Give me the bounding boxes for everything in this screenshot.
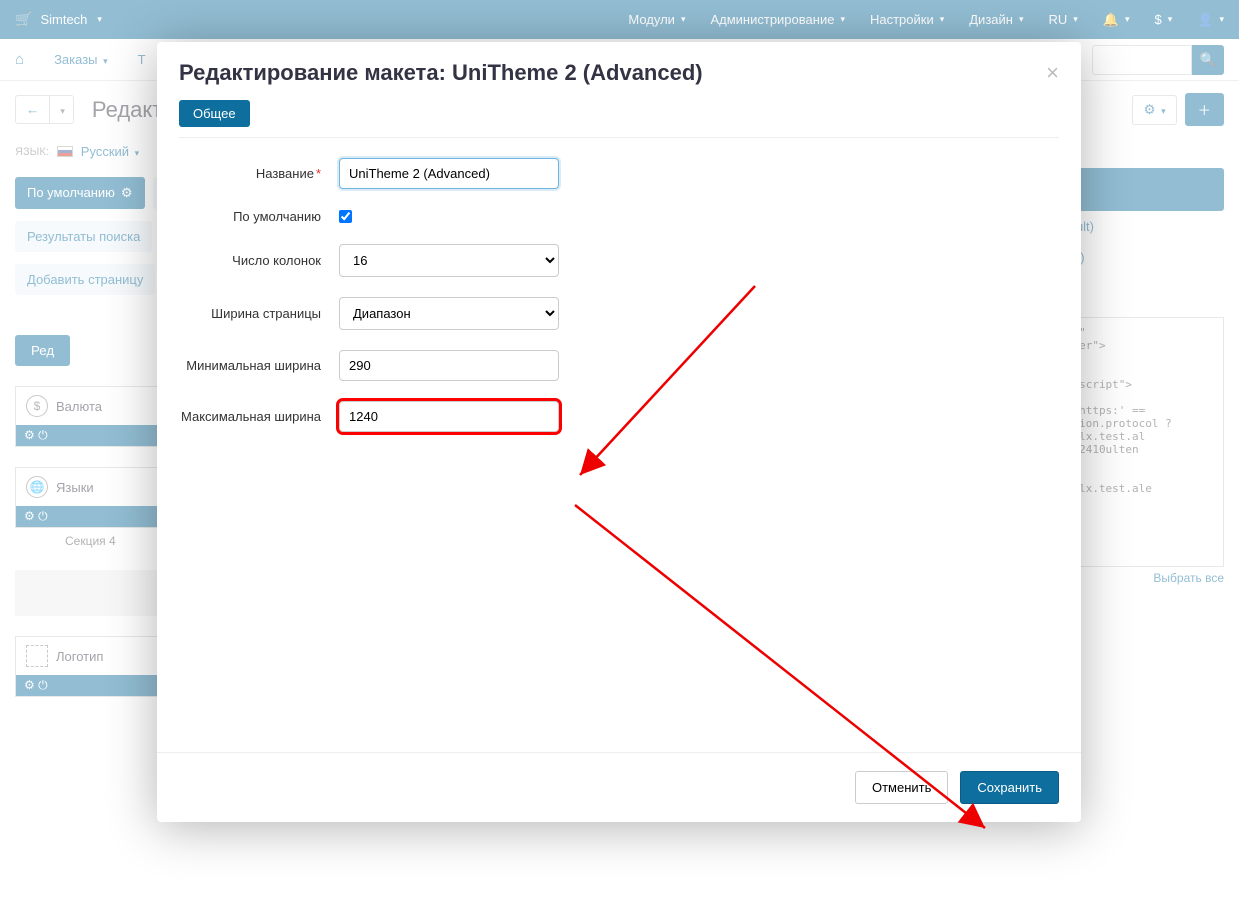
minwidth-input[interactable] xyxy=(339,350,559,381)
label-maxwidth: Максимальная ширина xyxy=(179,409,339,424)
columns-select[interactable]: 16 xyxy=(339,244,559,277)
maxwidth-input[interactable] xyxy=(339,401,559,432)
modal-title: Редактирование макета: UniTheme 2 (Advan… xyxy=(179,60,703,86)
name-input[interactable] xyxy=(339,158,559,189)
label-name: Название* xyxy=(179,166,339,181)
label-minwidth: Минимальная ширина xyxy=(179,358,339,373)
default-checkbox[interactable] xyxy=(339,210,352,223)
label-columns: Число колонок xyxy=(179,253,339,268)
label-default: По умолчанию xyxy=(179,209,339,224)
edit-layout-modal: Редактирование макета: UniTheme 2 (Advan… xyxy=(157,42,1081,822)
close-icon[interactable]: × xyxy=(1046,60,1059,86)
pagewidth-select[interactable]: Диапазон xyxy=(339,297,559,330)
label-pagewidth: Ширина страницы xyxy=(179,306,339,321)
tab-general[interactable]: Общее xyxy=(179,100,250,127)
save-button[interactable]: Сохранить xyxy=(960,771,1059,804)
cancel-button[interactable]: Отменить xyxy=(855,771,948,804)
